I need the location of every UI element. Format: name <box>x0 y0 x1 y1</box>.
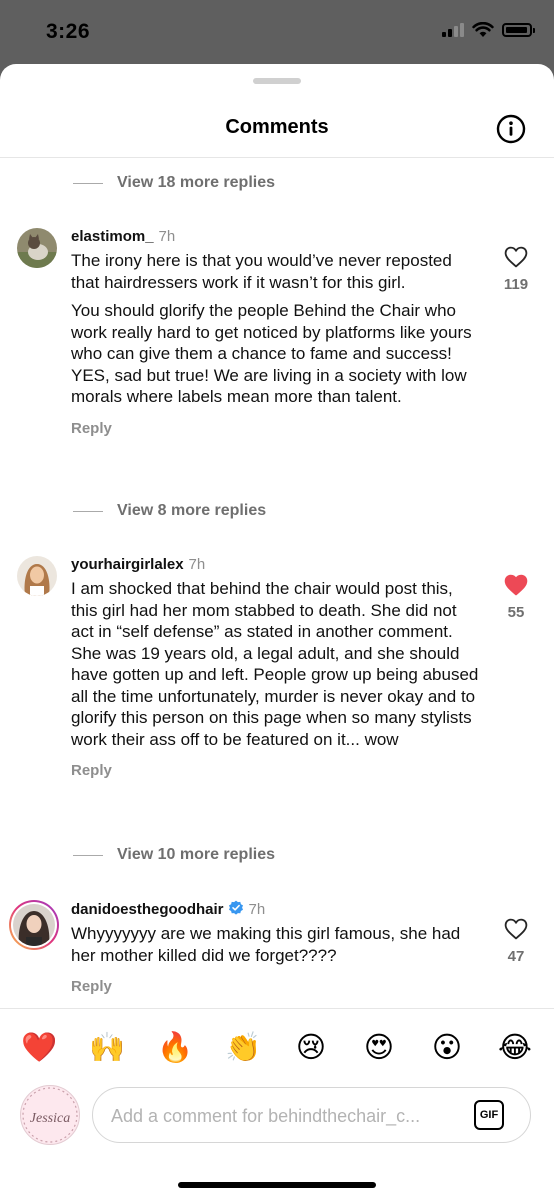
avatar-signature: Jessica <box>30 1111 70 1126</box>
avatar[interactable] <box>17 556 57 596</box>
emoji-quick-reactions: ❤️ 🙌 🔥 👏 😢 😍 😮 😂 <box>0 1029 554 1069</box>
comment-input[interactable] <box>109 1088 463 1144</box>
view-more-replies-label: View 8 more replies <box>117 502 267 519</box>
comment-text: The irony here is that you would’ve neve… <box>71 251 452 292</box>
page-title: Comments <box>225 116 329 138</box>
comment-body: elastimom_ 7h The irony here is that you … <box>71 228 481 437</box>
home-indicator[interactable] <box>178 1182 376 1188</box>
comment-time: 7h <box>188 556 206 573</box>
comment-text: I am shocked that behind the chair would… <box>71 579 479 749</box>
view-more-replies-button[interactable]: View 10 more replies <box>73 846 275 864</box>
reply-button[interactable]: Reply <box>71 420 481 437</box>
comment-username[interactable]: elastimom_ <box>71 228 154 245</box>
status-icons <box>442 22 535 38</box>
heart-outline-icon[interactable] <box>504 246 528 268</box>
comment-username[interactable]: danidoesthegoodhair <box>71 901 224 918</box>
avatar[interactable] <box>17 228 57 268</box>
cellular-signal-icon <box>442 23 464 37</box>
like-count: 55 <box>507 604 525 621</box>
gif-button[interactable]: GIF <box>474 1100 504 1130</box>
info-icon[interactable] <box>496 114 526 144</box>
emoji-laughing-button[interactable]: 😂 <box>496 1029 534 1067</box>
view-more-replies-label: View 18 more replies <box>117 174 276 191</box>
comment-text: Whyyyyyyy are we making this girl famous… <box>71 924 461 965</box>
like-control: 47 <box>488 918 544 965</box>
emoji-clap-button[interactable]: 👏 <box>224 1029 262 1067</box>
heart-outline-icon[interactable] <box>504 918 528 940</box>
emoji-heart-eyes-button[interactable]: 😍 <box>360 1029 398 1067</box>
emoji-fire-button[interactable]: 🔥 <box>156 1029 194 1067</box>
comment-time: 7h <box>248 901 266 918</box>
wifi-icon <box>472 22 494 37</box>
avatar-story-ring[interactable] <box>9 900 59 950</box>
sheet-grabber[interactable] <box>253 78 301 84</box>
reply-button[interactable]: Reply <box>71 978 481 995</box>
verified-badge-icon <box>228 900 243 915</box>
like-control: 55 <box>488 574 544 621</box>
view-more-replies-button[interactable]: View 8 more replies <box>73 502 266 520</box>
heart-filled-icon[interactable] <box>504 574 528 596</box>
emoji-heart-button[interactable]: ❤️ <box>20 1029 58 1067</box>
emoji-surprised-button[interactable]: 😮 <box>428 1029 466 1067</box>
comments-sheet: Comments View 18 more replies elastimom_… <box>0 64 554 1200</box>
emoji-crying-button[interactable]: 😢 <box>292 1029 330 1067</box>
comment-body: danidoesthegoodhair 7h Whyyyyyyy are we … <box>71 900 481 995</box>
status-time: 3:26 <box>46 20 91 43</box>
comment-username[interactable]: yourhairgirlalex <box>71 556 184 573</box>
view-more-replies-label: View 10 more replies <box>117 846 276 863</box>
emoji-raised-hands-button[interactable]: 🙌 <box>88 1029 126 1067</box>
like-count: 119 <box>503 276 529 293</box>
comment-body: yourhairgirlalex 7h I am shocked that beh… <box>71 556 481 779</box>
comment-time: 7h <box>158 228 176 245</box>
like-control: 119 <box>488 246 544 293</box>
sheet-header: Comments <box>0 92 554 158</box>
comment-composer: ❤️ 🙌 🔥 👏 😢 😍 😮 😂 Jessica GIF <box>0 1008 554 1200</box>
battery-icon <box>502 23 535 37</box>
comment-input-box: GIF <box>92 1087 531 1144</box>
current-user-avatar: Jessica <box>20 1085 80 1145</box>
status-bar: 3:26 <box>0 0 554 66</box>
view-more-replies-button[interactable]: View 18 more replies <box>73 174 275 192</box>
like-count: 47 <box>507 948 525 965</box>
comment-text: You should glorify the people Behind the… <box>71 301 472 406</box>
reply-button[interactable]: Reply <box>71 762 481 779</box>
